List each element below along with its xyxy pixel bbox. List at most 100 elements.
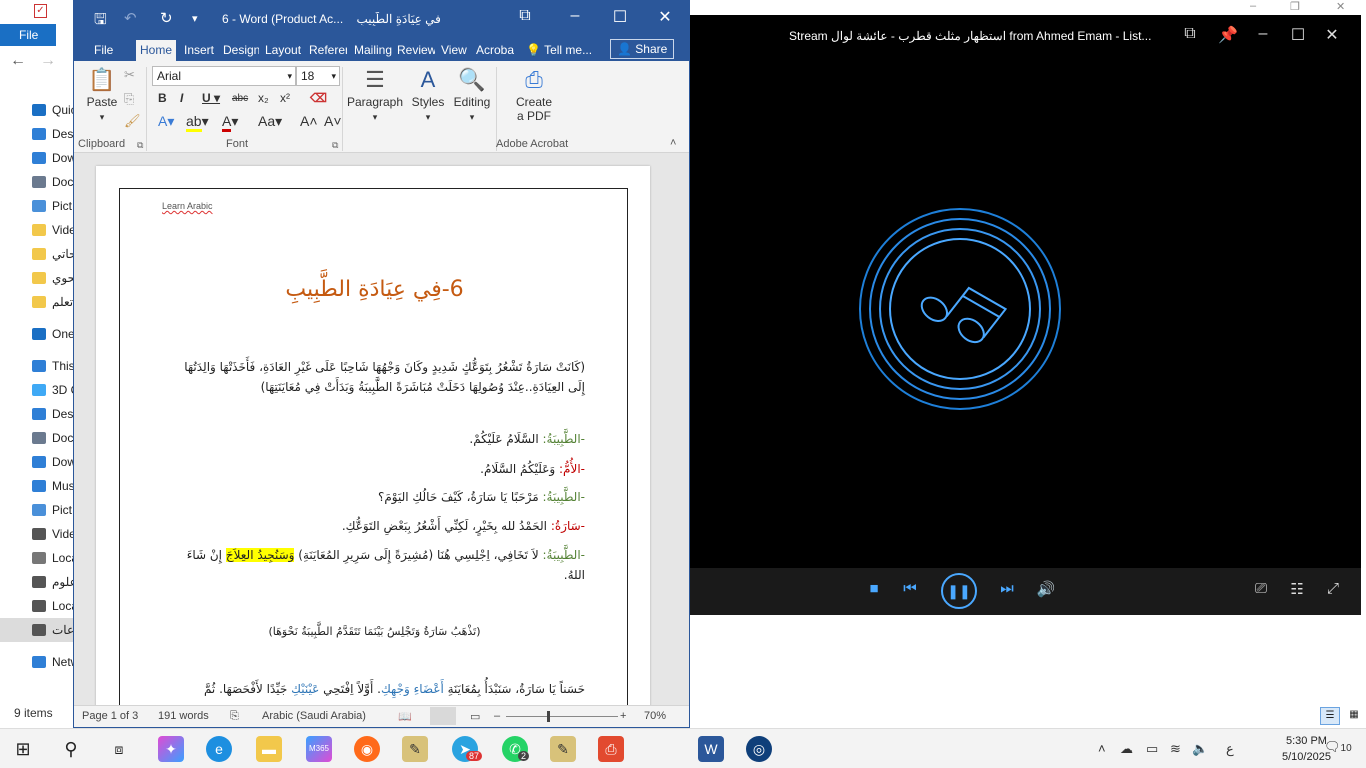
styles-button[interactable]: A Styles ▾ xyxy=(408,67,448,123)
nav-item[interactable]: This P xyxy=(0,354,80,378)
customize-qat-icon[interactable]: ▾ xyxy=(192,12,198,25)
undo-icon[interactable]: ↶ xyxy=(124,9,137,27)
notifications-icon[interactable]: 🗨10 xyxy=(1324,739,1352,755)
font-size-box[interactable]: 18 ▾ xyxy=(296,66,340,86)
minimize-icon[interactable]: – xyxy=(560,7,590,25)
close-icon[interactable]: ✕ xyxy=(650,7,680,27)
tab-references[interactable]: References xyxy=(305,40,347,61)
grow-font-icon[interactable]: A˄ xyxy=(300,113,318,129)
web-layout-icon[interactable]: ▭ xyxy=(470,710,480,723)
nav-item[interactable]: OneD xyxy=(0,322,80,346)
nav-item[interactable]: Loca xyxy=(0,594,80,618)
maximize-icon[interactable]: ☐ xyxy=(605,7,635,27)
zoom-slider-thumb[interactable] xyxy=(547,711,550,722)
m365-icon[interactable]: M365 xyxy=(306,736,332,762)
read-mode-icon[interactable]: 📖 xyxy=(398,710,412,723)
page-count[interactable]: Page 1 of 3 xyxy=(82,710,138,722)
bold-icon[interactable]: B xyxy=(158,91,167,105)
zoom-slider[interactable] xyxy=(506,716,618,717)
italic-icon[interactable]: I xyxy=(180,91,183,105)
restore-icon[interactable]: ❐ xyxy=(1290,0,1300,13)
pause-button[interactable]: ❚❚ xyxy=(941,573,977,609)
dialog-launcher-icon[interactable]: ⧉ xyxy=(137,140,143,151)
word-count[interactable]: 191 words xyxy=(158,710,209,722)
nav-item[interactable]: Netw xyxy=(0,650,80,674)
tab-file[interactable]: File xyxy=(90,40,117,61)
nav-item[interactable]: عات xyxy=(0,618,80,642)
tiles-view-icon[interactable]: ▦ xyxy=(1344,707,1364,725)
checkbox-icon[interactable]: ✓ xyxy=(34,4,47,18)
nav-item[interactable]: Pict xyxy=(0,498,80,522)
task-view-icon[interactable]: ⧈ xyxy=(106,736,132,762)
stop-icon[interactable]: ■ xyxy=(861,580,887,597)
back-arrow-icon[interactable]: ← xyxy=(10,52,26,70)
book-app-icon[interactable]: ✎ xyxy=(402,736,428,762)
format-painter-icon[interactable]: 🖌 xyxy=(124,113,141,129)
word-icon[interactable]: W xyxy=(698,736,724,762)
paragraph-button[interactable]: ☰ Paragraph ▾ xyxy=(346,67,404,123)
nav-item[interactable]: حاتي xyxy=(0,242,80,266)
nav-item[interactable]: Dow xyxy=(0,450,80,474)
document-area[interactable]: Learn Arabic 6-فِي عِيَادَةِ الطَّبِيبِ … xyxy=(74,154,689,705)
collapse-ribbon-icon[interactable]: ˄ xyxy=(670,137,676,149)
copilot-icon[interactable]: ✦ xyxy=(158,736,184,762)
change-case-icon[interactable]: Aa▾ xyxy=(258,113,282,130)
nav-item[interactable]: Mus xyxy=(0,474,80,498)
document-page[interactable]: Learn Arabic 6-فِي عِيَادَةِ الطَّبِيبِ … xyxy=(96,166,650,705)
volume-icon[interactable]: 🔊 xyxy=(1033,580,1059,598)
minimize-icon[interactable]: – xyxy=(1251,25,1275,43)
tab-home[interactable]: Home xyxy=(136,40,177,61)
nav-item[interactable]: نحوي xyxy=(0,266,80,290)
nav-item[interactable]: Doc xyxy=(0,170,80,194)
font-color-icon[interactable]: A▾ xyxy=(222,113,238,132)
maximize-icon[interactable]: ☐ xyxy=(1286,25,1310,45)
tab-acrobat[interactable]: Acrobat xyxy=(472,40,514,61)
nav-item[interactable]: Loca xyxy=(0,546,80,570)
media-player-icon[interactable]: ◎ xyxy=(746,736,772,762)
nav-item[interactable]: Desl xyxy=(0,402,80,426)
forward-arrow-icon[interactable]: → xyxy=(40,52,56,70)
fullscreen-icon[interactable]: ⤢ xyxy=(1320,580,1346,597)
strikethrough-icon[interactable]: abc xyxy=(232,93,248,104)
close-icon[interactable]: ✕ xyxy=(1320,25,1344,45)
proofing-icon[interactable]: ⎘ xyxy=(230,710,239,723)
details-view-icon[interactable]: ☰ xyxy=(1320,707,1340,725)
save-icon[interactable]: 🖫 xyxy=(94,9,107,34)
editing-button[interactable]: 🔍 Editing ▾ xyxy=(450,67,494,123)
speaker-icon[interactable]: 🔈 xyxy=(1192,741,1208,757)
redo-icon[interactable]: ↻ xyxy=(160,9,173,27)
cloud-icon[interactable]: ☁ xyxy=(1120,741,1133,757)
zoom-level[interactable]: 70% xyxy=(644,710,666,722)
language-indicator[interactable]: Arabic (Saudi Arabia) xyxy=(262,710,366,722)
nav-item[interactable]: Quick xyxy=(0,98,80,122)
compact-overlay-icon[interactable]: ⧉ xyxy=(1178,25,1202,43)
underline-icon[interactable]: U ▾ xyxy=(202,91,220,105)
edge-icon[interactable]: e xyxy=(206,736,232,762)
previous-icon[interactable]: ⏮ xyxy=(897,580,923,597)
file-explorer-icon[interactable]: ▬ xyxy=(256,736,282,762)
explorer-file-tab[interactable]: File xyxy=(0,24,56,46)
font-name-box[interactable]: Arial ▾ xyxy=(152,66,296,86)
nav-item[interactable]: Doc xyxy=(0,426,80,450)
print-layout-icon[interactable] xyxy=(430,707,456,725)
minimize-icon[interactable]: – xyxy=(1250,0,1256,12)
nav-item[interactable]: Pict xyxy=(0,194,80,218)
tab-insert[interactable]: Insert xyxy=(180,40,220,61)
paste-button[interactable]: 📋 Paste ▾ xyxy=(84,67,120,123)
settings-sliders-icon[interactable]: ☷ xyxy=(1284,580,1310,598)
tab-review[interactable]: Review xyxy=(393,40,435,61)
chevron-up-icon[interactable]: ˄ xyxy=(1098,741,1106,756)
subscript-icon[interactable]: x₂ xyxy=(258,91,269,105)
firefox-icon[interactable]: ◉ xyxy=(354,736,380,762)
battery-icon[interactable]: ▭ xyxy=(1146,741,1158,757)
nav-item[interactable]: Vide xyxy=(0,522,80,546)
text-effects-icon[interactable]: A▾ xyxy=(158,113,174,130)
share-button[interactable]: 👤 Share xyxy=(610,39,674,59)
pin-icon[interactable]: 📌 xyxy=(1216,25,1240,45)
tab-design[interactable]: Design xyxy=(219,40,259,61)
nav-item[interactable]: Desl xyxy=(0,122,80,146)
nav-item[interactable]: Vide xyxy=(0,218,80,242)
nav-item[interactable]: Dow xyxy=(0,146,80,170)
book-app-icon[interactable]: ✎ xyxy=(550,736,576,762)
copy-icon[interactable]: ⎘ xyxy=(124,91,134,107)
